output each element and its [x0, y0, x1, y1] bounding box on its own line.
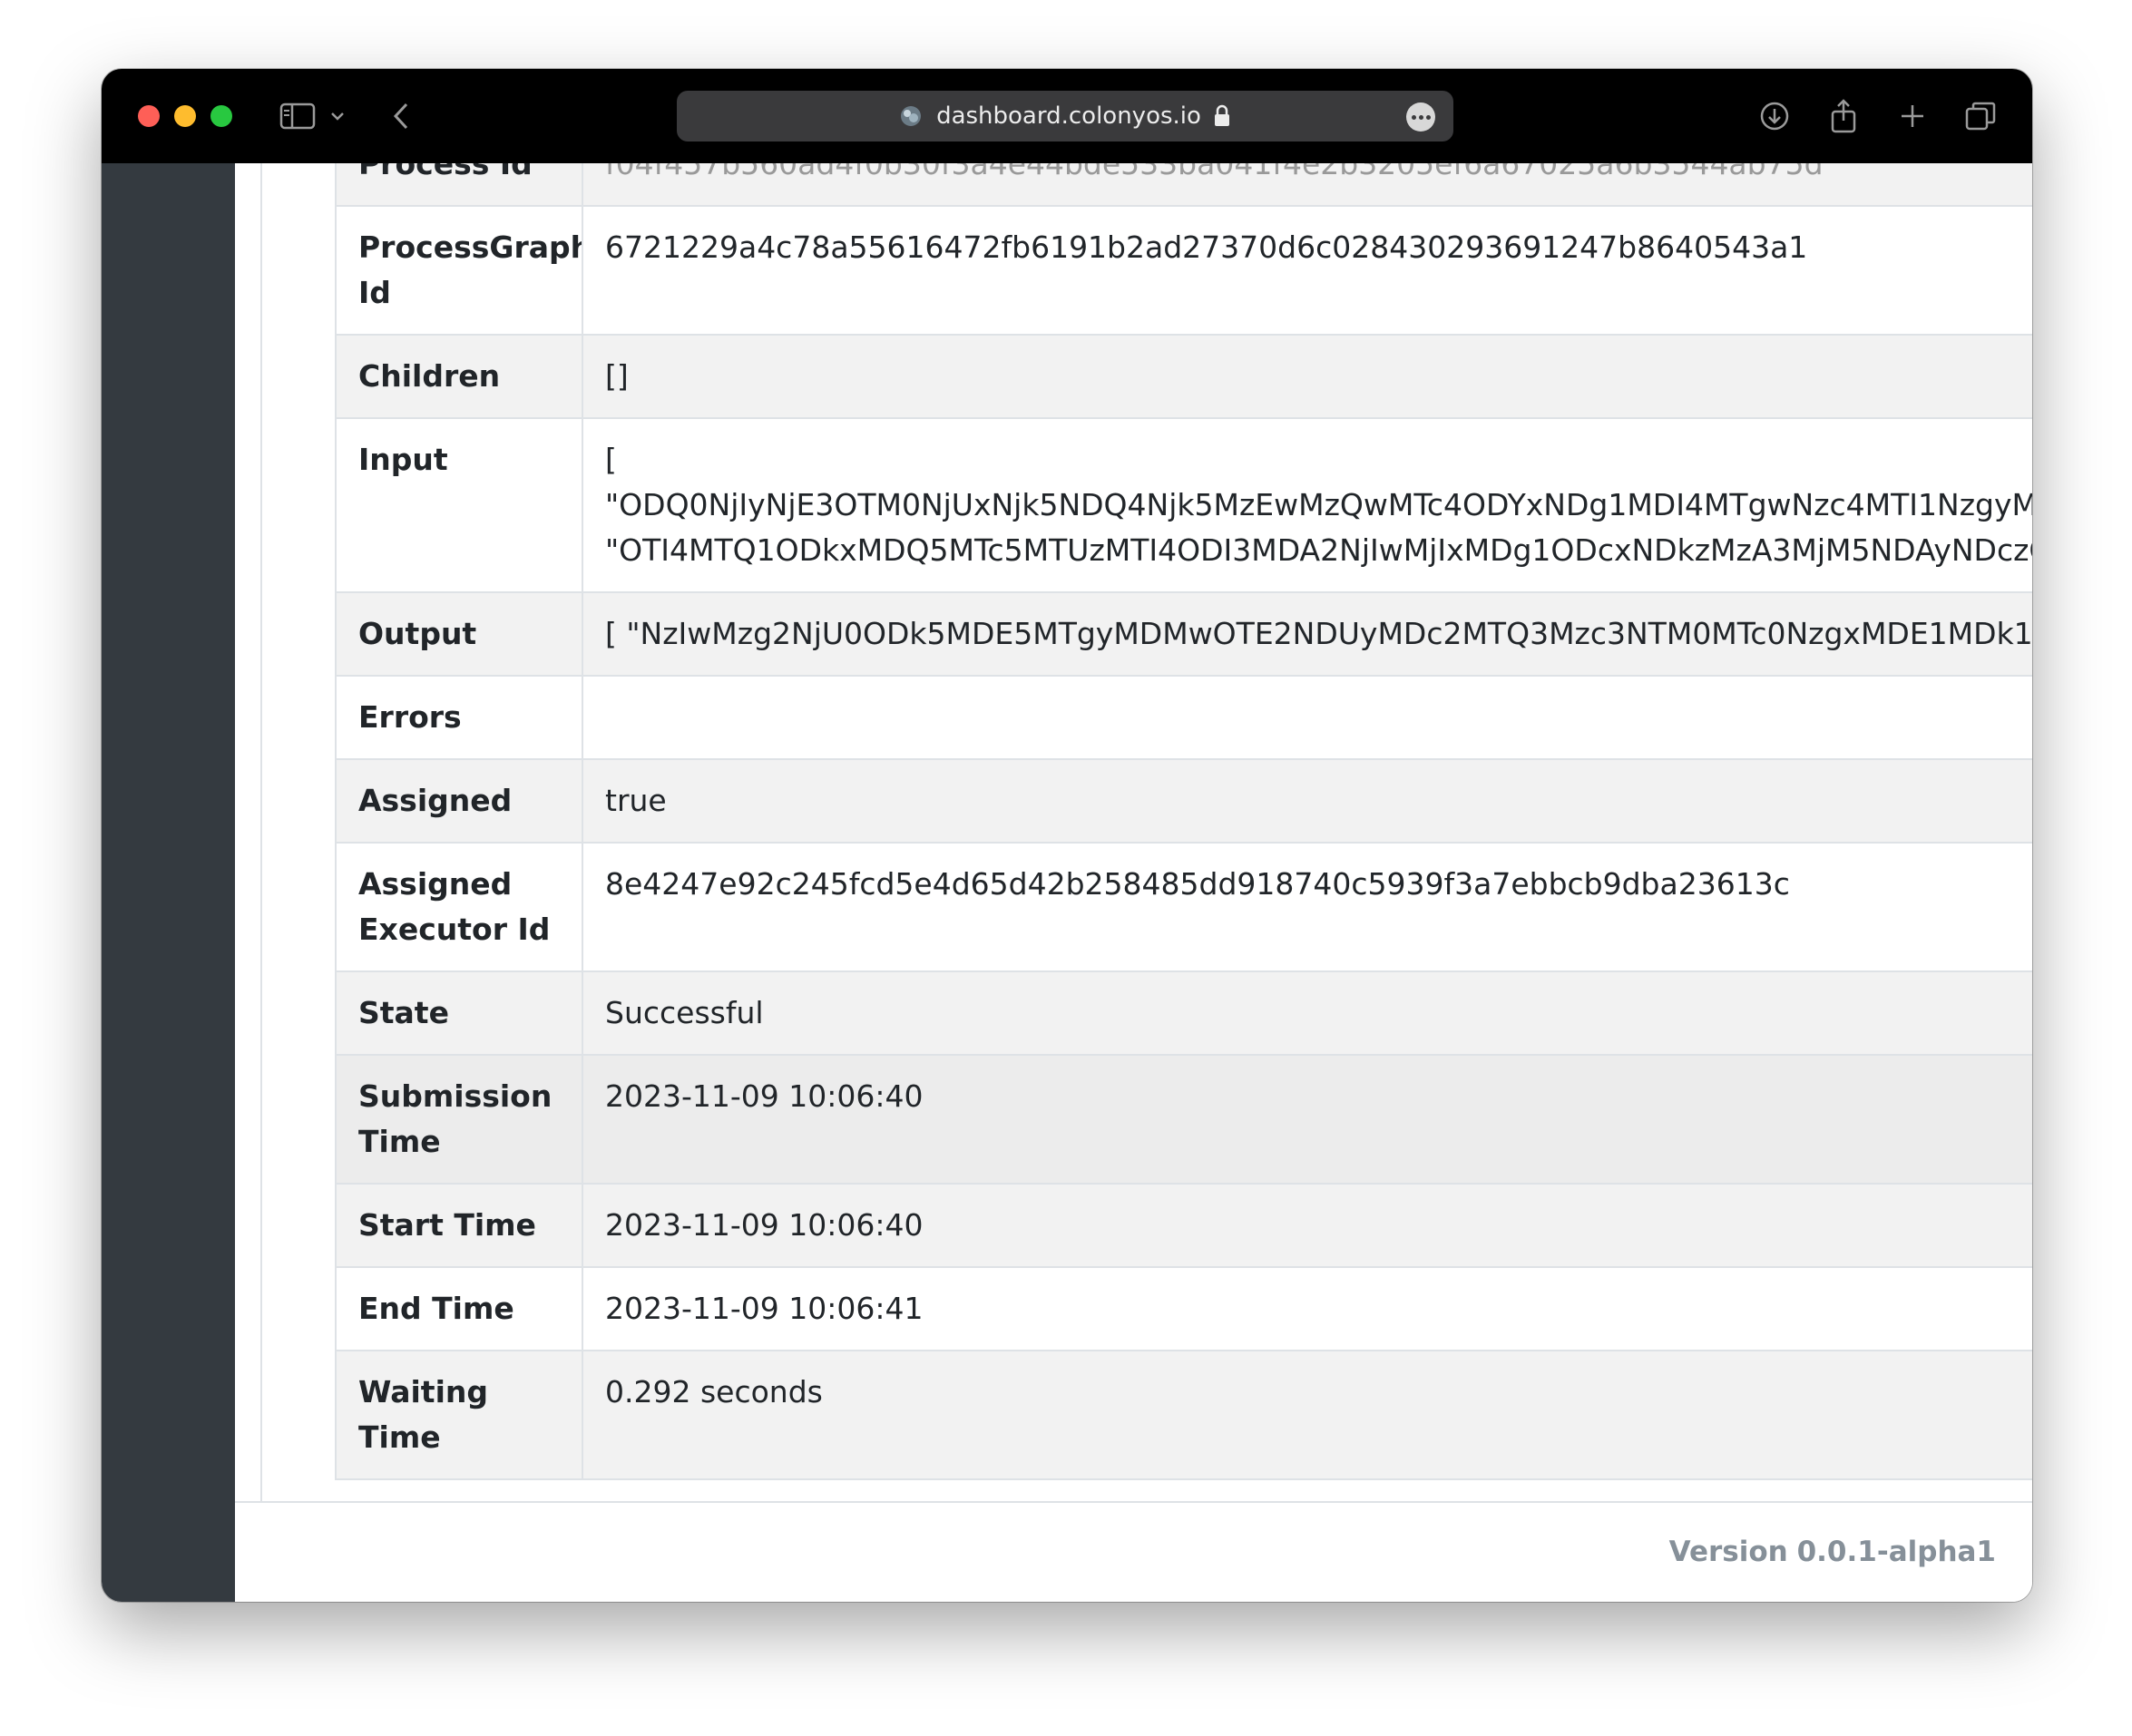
- table-row: Children []: [335, 334, 2032, 419]
- version-label: Version: [1668, 1536, 1788, 1568]
- table-row: Assigned Executor Id 8e4247e92c245fcd5e4…: [335, 842, 2032, 972]
- row-key: State: [335, 970, 583, 1056]
- row-value: [ "ODQ0NjIyNjE3OTM0NjUxNjk5NDQ4Njk5MzEwM…: [582, 417, 2032, 593]
- table-row: ProcessGraph Id 6721229a4c78a55616472fb6…: [335, 205, 2032, 336]
- new-tab-icon[interactable]: [1896, 100, 1929, 132]
- row-key: Submission Time: [335, 1054, 583, 1185]
- table-row: Assigned true: [335, 758, 2032, 844]
- version-info: Version 0.0.1-alpha1: [1669, 1536, 1996, 1568]
- address-bar[interactable]: dashboard.colonyos.io: [677, 91, 1453, 141]
- row-key: Waiting Time: [335, 1350, 583, 1480]
- row-value: [ "NzIwMzg2NjU0ODk5MDE5MTgyMDMwOTE2NDUyM…: [582, 591, 2032, 677]
- row-key: ProcessGraph Id: [335, 205, 583, 336]
- chevron-down-icon[interactable]: [328, 100, 347, 132]
- row-key: Start Time: [335, 1183, 583, 1268]
- close-window-button[interactable]: [138, 105, 160, 127]
- table-row: Output [ "NzIwMzg2NjU0ODk5MDE5MTgyMDMwOT…: [335, 591, 2032, 677]
- url-text: dashboard.colonyos.io: [936, 102, 1201, 130]
- table-row: State Successful: [335, 970, 2032, 1056]
- row-value: f04f457b560ad4f0b30f3a4e44bde533ba041f4e…: [582, 163, 2032, 207]
- process-details-table: Process Id f04f457b560ad4f0b30f3a4e44bde…: [335, 163, 2032, 1480]
- row-key: Children: [335, 334, 583, 419]
- table-row: Errors: [335, 675, 2032, 760]
- lock-icon: [1214, 104, 1229, 126]
- browser-window: dashboard.colonyos.io Process Id f04f457…: [102, 69, 2032, 1602]
- sidebar: [102, 163, 235, 1602]
- row-value: 6721229a4c78a55616472fb6191b2ad27370d6c0…: [582, 205, 2032, 336]
- row-value: 8e4247e92c245fcd5e4d65d42b258485dd918740…: [582, 842, 2032, 972]
- row-key: End Time: [335, 1266, 583, 1351]
- row-value: true: [582, 758, 2032, 844]
- input-line: "ODQ0NjIyNjE3OTM0NjUxNjk5NDQ4Njk5MzEwMzQ…: [605, 487, 2032, 522]
- tab-overview-icon[interactable]: [1963, 100, 1998, 132]
- row-value: []: [582, 334, 2032, 419]
- row-value: 2023-11-09 10:06:40: [582, 1183, 2032, 1268]
- process-details-card: Process Id f04f457b560ad4f0b30f3a4e44bde…: [335, 163, 2032, 1480]
- row-key: Assigned Executor Id: [335, 842, 583, 972]
- version-number: 0.0.1-alpha1: [1796, 1536, 1996, 1568]
- content-divider: [260, 163, 262, 1501]
- row-key: Errors: [335, 675, 583, 760]
- minimize-window-button[interactable]: [174, 105, 196, 127]
- share-icon[interactable]: [1827, 99, 1860, 133]
- footer: Version 0.0.1-alpha1: [235, 1501, 2032, 1602]
- zoom-window-button[interactable]: [210, 105, 232, 127]
- table-row: Input [ "ODQ0NjIyNjE3OTM0NjUxNjk5NDQ4Njk…: [335, 417, 2032, 593]
- row-key: Input: [335, 417, 583, 593]
- row-key: Process Id: [335, 163, 583, 207]
- row-value: 2023-11-09 10:06:41: [582, 1266, 2032, 1351]
- page-content: Process Id f04f457b560ad4f0b30f3a4e44bde…: [102, 163, 2032, 1602]
- row-value: [582, 675, 2032, 760]
- table-row: Start Time 2023-11-09 10:06:40: [335, 1183, 2032, 1268]
- row-key: Assigned: [335, 758, 583, 844]
- input-line: [: [605, 442, 617, 477]
- sidebar-toggle-icon[interactable]: [279, 100, 316, 132]
- main-panel: Process Id f04f457b560ad4f0b30f3a4e44bde…: [235, 163, 2032, 1602]
- table-row: Waiting Time 0.292 seconds: [335, 1350, 2032, 1480]
- table-row: Submission Time 2023-11-09 10:06:40: [335, 1054, 2032, 1185]
- downloads-icon[interactable]: [1758, 100, 1791, 132]
- table-row: End Time 2023-11-09 10:06:41: [335, 1266, 2032, 1351]
- row-key: Output: [335, 591, 583, 677]
- site-favicon-icon: [901, 106, 922, 126]
- back-icon[interactable]: [390, 100, 412, 132]
- row-value: 2023-11-09 10:06:40: [582, 1054, 2032, 1185]
- page-menu-icon[interactable]: [1406, 102, 1435, 132]
- input-line: "OTI4MTQ1ODkxMDQ5MTc5MTUzMTI4ODI3MDA2NjI…: [605, 532, 2032, 568]
- table-row: Process Id f04f457b560ad4f0b30f3a4e44bde…: [335, 163, 2032, 207]
- browser-toolbar: dashboard.colonyos.io: [102, 69, 2032, 163]
- row-value: 0.292 seconds: [582, 1350, 2032, 1480]
- row-value: Successful: [582, 970, 2032, 1056]
